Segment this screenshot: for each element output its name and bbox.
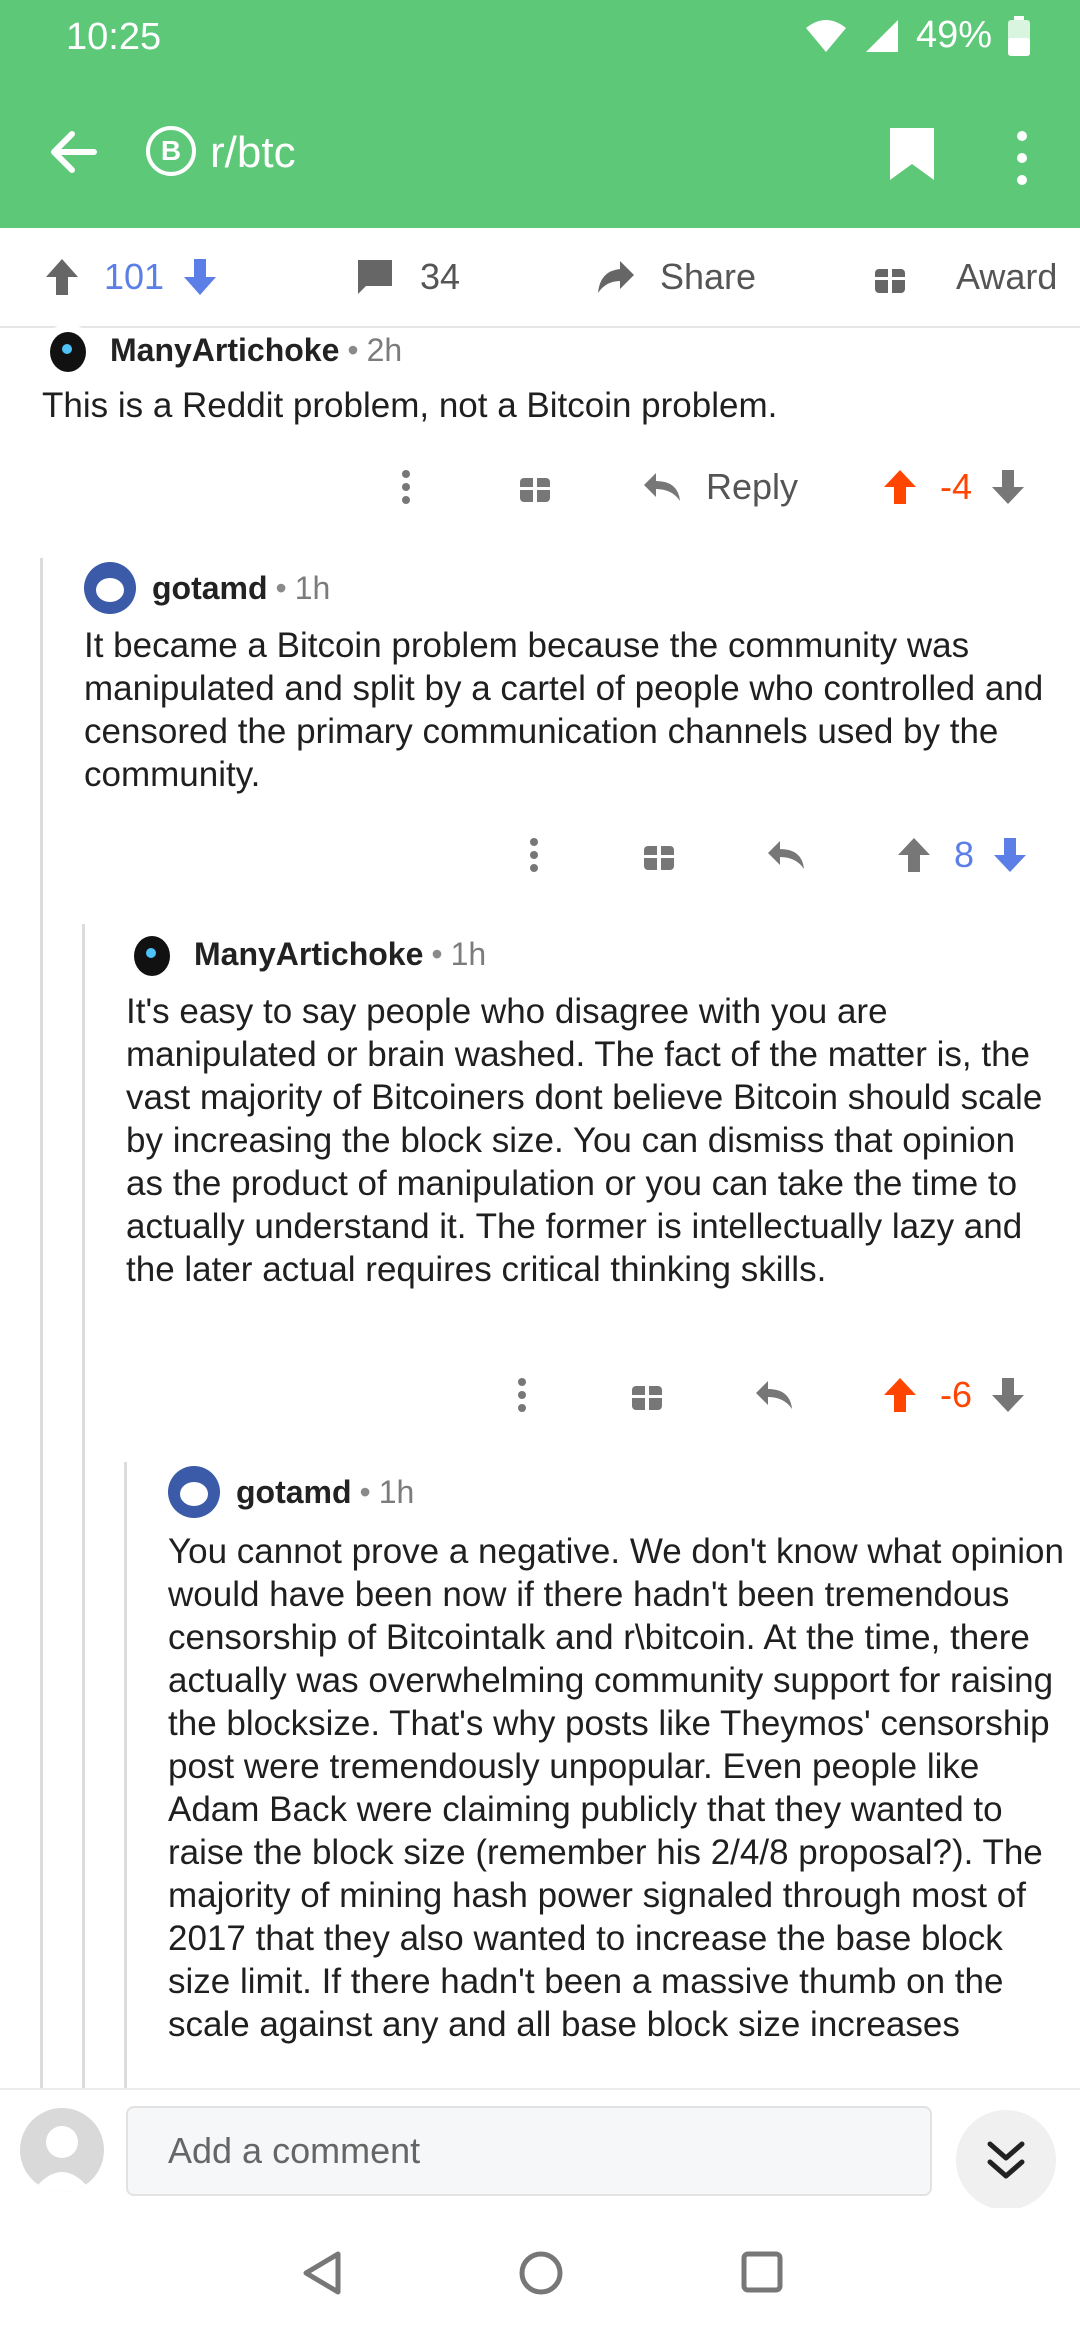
comment-author[interactable]: gotamd [236,1474,352,1511]
more-options-icon[interactable] [1010,128,1034,188]
separator-dot: • [431,935,443,972]
downvote-icon[interactable] [990,468,1026,506]
app-header: 10:25 49% B r/btc [0,0,1080,228]
more-options-button[interactable] [516,1360,528,1430]
comment-count: 34 [420,256,461,297]
comment-time: 1h [294,569,331,606]
comment-icon [358,260,392,294]
comment-header: ManyArtichoke • 2h [42,324,402,376]
award-label: Award [956,256,1058,297]
comment-time: 2h [366,331,403,368]
comment-body: This is a Reddit problem, not a Bitcoin … [42,386,778,425]
post-comments-button[interactable]: 34 [356,228,460,326]
more-options-icon [518,1378,526,1412]
gift-icon [520,478,550,502]
comment-score: -4 [940,466,973,507]
reply-icon [768,841,804,869]
vote-group: 8 [896,820,1028,890]
comment-author[interactable]: ManyArtichoke [110,332,339,369]
system-nav-bar [0,2208,1080,2340]
reply-button[interactable]: Reply [642,452,798,522]
upvote-icon[interactable] [882,468,918,506]
gift-icon [644,846,674,870]
upvote-icon[interactable] [882,1376,918,1414]
expand-button[interactable] [956,2110,1056,2210]
upvote-icon[interactable] [896,836,932,874]
gift-icon [632,1386,662,1410]
wifi-icon [805,19,846,52]
comment-actions: Reply -4 [0,452,1080,522]
more-options-button[interactable] [528,820,540,890]
gift-icon [875,269,905,293]
comment-body: It became a Bitcoin problem because the … [84,626,1044,794]
back-nav-icon[interactable] [300,2250,344,2296]
avatar[interactable] [168,1466,220,1518]
award-button[interactable] [518,452,552,522]
chevron-double-down-icon [987,2141,1025,2179]
comment-actions: 8 [0,820,1080,890]
recents-nav-icon[interactable] [740,2250,784,2294]
comment-actions: -6 [0,1360,1080,1430]
bitcoin-icon[interactable]: B [146,126,196,176]
home-nav-icon[interactable] [518,2250,564,2296]
reply-button[interactable] [766,820,806,890]
award-button[interactable] [642,820,676,890]
avatar[interactable] [84,562,136,614]
add-comment-input[interactable]: Add a comment [126,2106,932,2196]
comment-time: 1h [378,1473,415,1510]
post-score: 101 [104,256,165,297]
bookmark-icon[interactable] [888,126,936,182]
comment-author[interactable]: ManyArtichoke [194,936,423,973]
more-options-icon [530,838,538,872]
battery-percent: 49% [915,14,992,56]
back-arrow-icon[interactable] [44,122,104,182]
more-options-button[interactable] [400,452,412,522]
award-button[interactable]: Award [872,228,1057,326]
comment-score: -6 [940,1374,973,1415]
avatar[interactable] [126,928,178,980]
subreddit-name[interactable]: r/btc [210,128,296,178]
post-action-bar: 101 34 Share Award [0,228,1080,328]
comment-header: gotamd • 1h [168,1466,414,1518]
thread-line[interactable] [124,1462,127,2088]
share-label: Share [660,256,757,297]
downvote-icon[interactable] [182,257,218,297]
user-icon [32,2126,92,2192]
downvote-icon[interactable] [990,1376,1026,1414]
award-button[interactable] [630,1360,664,1430]
separator-dot: • [359,1473,371,1510]
user-avatar[interactable] [20,2108,104,2192]
more-options-icon [402,470,410,504]
separator-dot: • [347,331,359,368]
comment-time: 1h [450,935,487,972]
reply-icon [644,473,680,501]
thread-line[interactable] [40,558,43,2088]
post-vote-group: 101 [44,228,218,326]
vote-group: -6 [882,1360,1026,1430]
reply-label: Reply [706,466,799,507]
avatar[interactable] [42,324,94,376]
comment-body: It's easy to say people who disagree wit… [126,992,1043,1289]
vote-group: -4 [882,452,1026,522]
comment-header: ManyArtichoke • 1h [126,928,486,980]
sub-icon-letter: B [160,135,182,166]
share-button[interactable]: Share [596,228,756,326]
share-icon [598,261,634,293]
reply-icon [756,1381,792,1409]
signal-icon [865,19,898,52]
separator-dot: • [275,569,287,606]
comment-score: 8 [954,834,975,875]
battery-icon [1008,15,1030,56]
reply-button[interactable] [754,1360,794,1430]
downvote-icon[interactable] [992,836,1028,874]
comment-body: You cannot prove a negative. We don't kn… [168,1532,1064,2044]
status-icons: 49% [804,14,1030,57]
upvote-icon[interactable] [44,257,80,297]
comment-header: gotamd • 1h [84,562,330,614]
comment-compose-bar: Add a comment [0,2088,1080,2210]
thread-line[interactable] [82,924,85,2088]
comment-author[interactable]: gotamd [152,570,268,607]
status-time: 10:25 [66,16,162,58]
